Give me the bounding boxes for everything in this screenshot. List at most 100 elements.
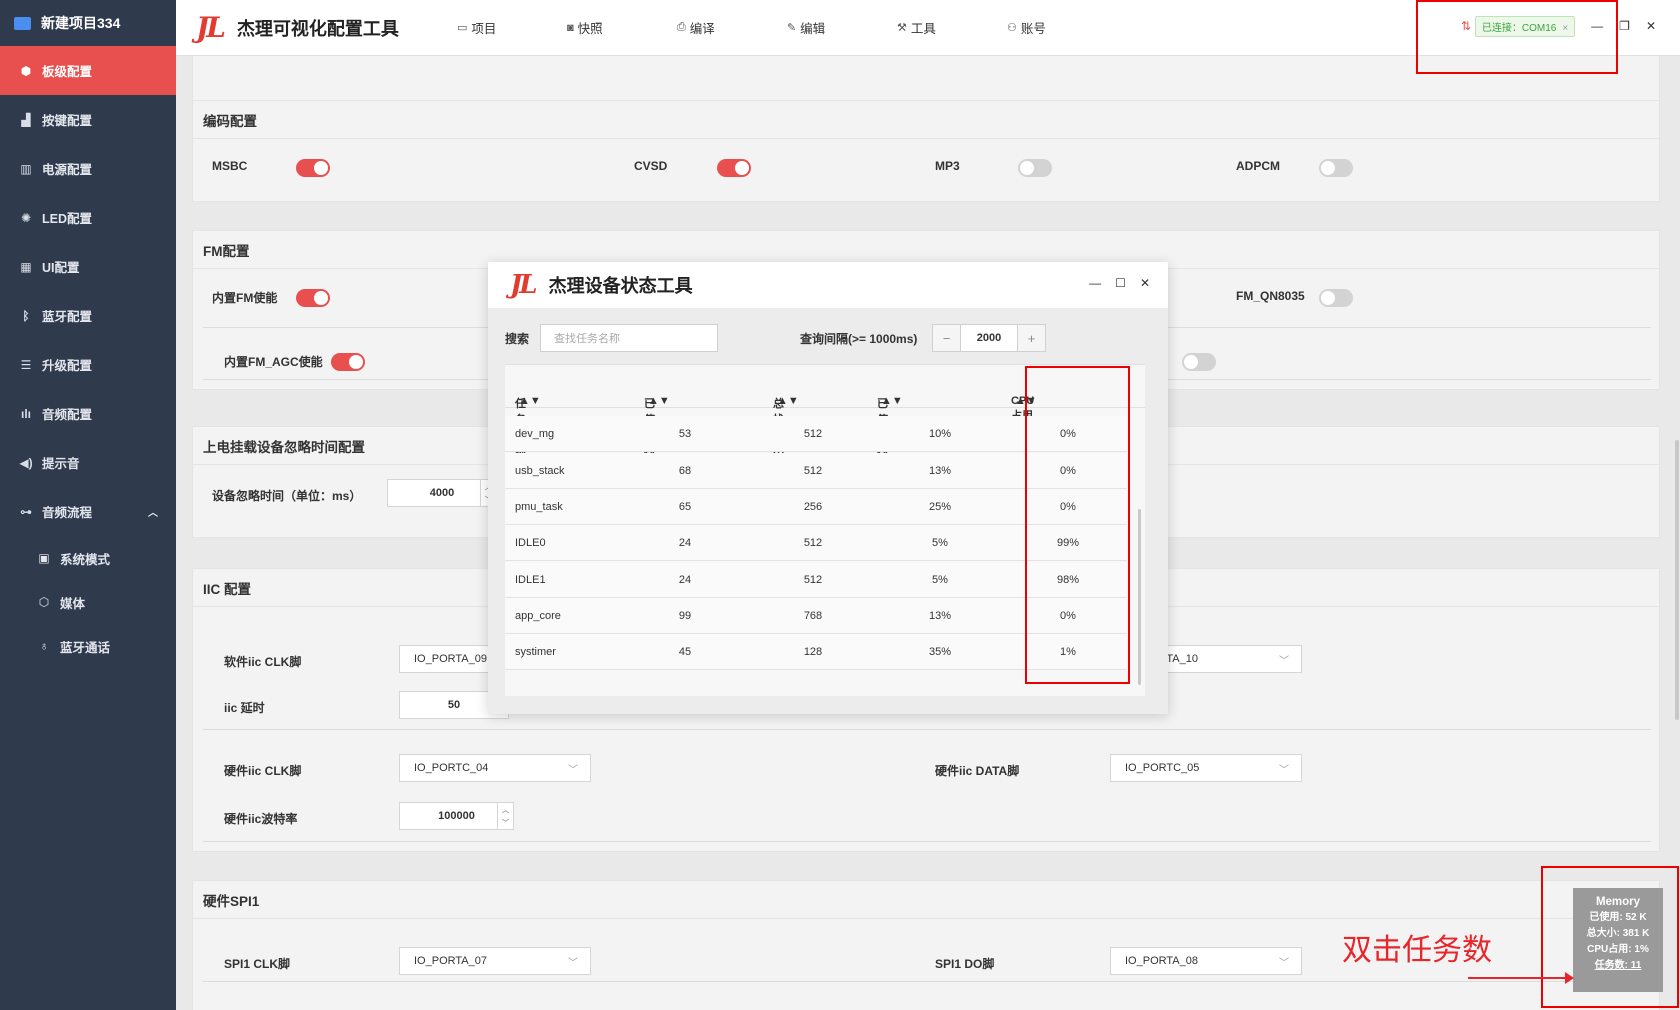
chevron-up-icon[interactable]: ︿ (148, 504, 158, 519)
sort-icon[interactable]: ▲▼ (881, 395, 903, 407)
hw-baud-input[interactable]: 100000 ︿ ﹀ (399, 802, 514, 830)
cell-total-stack: 128 (803, 646, 823, 658)
table-row[interactable]: usb_stack 68 512 13% 0% (505, 453, 1127, 489)
table-row[interactable]: IDLE0 24 512 5% 99% (505, 525, 1127, 561)
sidebar-item-label: 按键配置 (42, 114, 93, 128)
sidebar-item-upgrade[interactable]: ☰ 升级配置 (0, 340, 176, 389)
table-row[interactable]: IDLE1 24 512 5% 98% (505, 562, 1127, 598)
chevron-down-icon: ﹀ (568, 765, 578, 776)
bluetooth-icon: ᛒ (22, 308, 30, 323)
spi-do-select[interactable]: IO_PORTA_08 ﹀ (1110, 947, 1302, 975)
spi-clk-select[interactable]: IO_PORTA_07 ﹀ (399, 947, 591, 975)
close-icon[interactable]: × (1562, 23, 1568, 34)
close-window-icon[interactable]: ✕ (1646, 19, 1656, 33)
menu-compile[interactable]: ⎙ 编译 (677, 18, 787, 37)
memory-task-count[interactable]: 任务数: 11 (1573, 958, 1663, 974)
fm-qn8035-label: FM_QN8035 (1236, 289, 1305, 303)
fm-extra-toggle[interactable] (1182, 353, 1216, 371)
table-row[interactable]: app_core 99 768 13% 0% (505, 598, 1127, 634)
adpcm-toggle[interactable] (1319, 159, 1353, 177)
menu-label: 项目 (471, 22, 497, 36)
card-title: 硬件SPI1 (193, 881, 1659, 919)
menu-snapshot[interactable]: ◙ 快照 (567, 18, 677, 37)
annotation-note: 双击任务数 (1342, 934, 1492, 967)
hw-data-select[interactable]: IO_PORTC_05 ﹀ (1110, 754, 1302, 782)
table-row[interactable]: pmu_task 65 256 25% 0% (505, 489, 1127, 525)
memory-widget[interactable]: Memory 已使用: 52 K 总大小: 381 K CPU占用: 1% 任务… (1573, 888, 1663, 992)
sort-icon[interactable]: ▲▼ (777, 395, 799, 407)
power-icon: ▥ (20, 161, 32, 176)
speaker-icon: ◀) (19, 455, 33, 470)
project-header[interactable]: 新建项目334 (0, 0, 176, 46)
dialog-title: 杰理设备状态工具 (548, 276, 693, 296)
project-name: 新建项目334 (41, 15, 121, 31)
menu-project[interactable]: ▭ 项目 (457, 18, 567, 37)
minimize-icon[interactable]: — (1591, 19, 1603, 33)
interval-stepper[interactable]: − 2000 + (932, 324, 1046, 352)
cell-task-name: usb_stack (515, 465, 565, 477)
table-row[interactable]: systimer 45 128 35% 1% (505, 634, 1127, 670)
fm-agc-toggle[interactable] (331, 353, 365, 371)
fm-enable-toggle[interactable] (296, 289, 330, 307)
search-placeholder: 查找任务名称 (554, 333, 620, 345)
sort-icon[interactable]: ▲▼ (519, 395, 541, 407)
sidebar-subitem-media[interactable]: ⬡ 媒体 (0, 580, 176, 624)
hw-clk-select[interactable]: IO_PORTC_04 ﹀ (399, 754, 591, 782)
spi-clk-label: SPI1 CLK脚 (224, 957, 291, 971)
pencil-icon: ✎ (786, 22, 797, 34)
sidebar-item-prompt[interactable]: ◀) 提示音 (0, 438, 176, 487)
mp3-toggle[interactable] (1018, 159, 1052, 177)
memory-title: Memory (1595, 896, 1641, 908)
list-icon: ☰ (20, 357, 32, 372)
msbc-toggle[interactable] (296, 159, 330, 177)
table-scrollbar[interactable] (1138, 509, 1141, 685)
camera-icon: ◙ (566, 21, 574, 34)
increment-button[interactable]: + (1017, 325, 1045, 351)
task-search-input[interactable]: 查找任务名称 (540, 324, 718, 352)
menu-edit[interactable]: ✎ 编辑 (787, 18, 897, 37)
sidebar-subitem-bt-call[interactable]: ♁ 蓝牙通话 (0, 624, 176, 668)
chevron-down-icon: ﹀ (1279, 656, 1289, 667)
sidebar-item-led[interactable]: ✺ LED配置 (0, 193, 176, 242)
connection-label: 已连接：COM16 (1481, 22, 1557, 34)
table-row[interactable]: dev_mg 53 512 10% 0% (505, 416, 1127, 452)
stepper-icon[interactable]: ︿﹀ (497, 803, 513, 829)
close-icon[interactable]: ✕ (1140, 276, 1150, 290)
maximize-icon[interactable]: ☐ (1115, 276, 1126, 290)
sidebar-item-audio[interactable]: ılı 音频配置 (0, 389, 176, 438)
table-header: 任务名称▲▼ 已使用栈大小▲▼ 总栈大小▲▼ 已使用栈百分比▲▼ CPU占用▲▼ (505, 364, 1145, 506)
cvsd-label: CVSD (634, 159, 668, 173)
sidebar-item-label: 电源配置 (42, 163, 93, 177)
sidebar-item-audio-flow[interactable]: ⊶ 音频流程 ︿ (0, 487, 176, 536)
restore-icon[interactable]: ❐ (1619, 19, 1630, 33)
sidebar-item-bluetooth[interactable]: ᛒ 蓝牙配置 (0, 291, 176, 340)
hw-baud-label: 硬件iic波特率 (224, 812, 298, 826)
menu-tools[interactable]: ⚒ 工具 (897, 18, 1007, 37)
cell-used-stack: 24 (678, 537, 692, 549)
interval-value[interactable]: 2000 (961, 332, 1017, 344)
search-label: 搜索 (505, 332, 530, 346)
mp3-label: MP3 (935, 159, 960, 173)
fm-qn8035-toggle[interactable] (1319, 289, 1353, 307)
sidebar-item-ui[interactable]: ▦ UI配置 (0, 242, 176, 291)
sort-icon[interactable]: ▲▼ (1015, 395, 1037, 407)
page-scrollbar[interactable] (1675, 440, 1679, 720)
ignore-time-input[interactable]: 4000︿﹀ (387, 479, 497, 507)
sidebar-item-label: 升级配置 (42, 359, 93, 373)
sidebar-item-keys[interactable]: ▟ 按键配置 (0, 95, 176, 144)
menu-account[interactable]: ⚇ 账号 (1007, 18, 1117, 37)
sidebar-item-power[interactable]: ▥ 电源配置 (0, 144, 176, 193)
cell-total-stack: 256 (803, 501, 823, 513)
decrement-button[interactable]: − (933, 325, 961, 351)
connection-badge[interactable]: 已连接：COM16 × (1474, 15, 1576, 37)
sort-icon[interactable]: ▲▼ (648, 395, 670, 407)
select-value: IO_PORTA_09 (414, 653, 487, 665)
sidebar-subitem-system-mode[interactable]: ▣ 系统模式 (0, 536, 176, 580)
cvsd-toggle[interactable] (717, 159, 751, 177)
cell-stack-percent: 35% (928, 646, 952, 658)
box-icon: ⬡ (38, 595, 50, 609)
sidebar-item-board[interactable]: ⬢ 板级配置 (0, 46, 176, 95)
minimize-icon[interactable]: — (1089, 276, 1101, 290)
card-encode: 编码配置 MSBC CVSD MP3 ADPCM (192, 100, 1660, 202)
cell-total-stack: 768 (803, 610, 823, 622)
